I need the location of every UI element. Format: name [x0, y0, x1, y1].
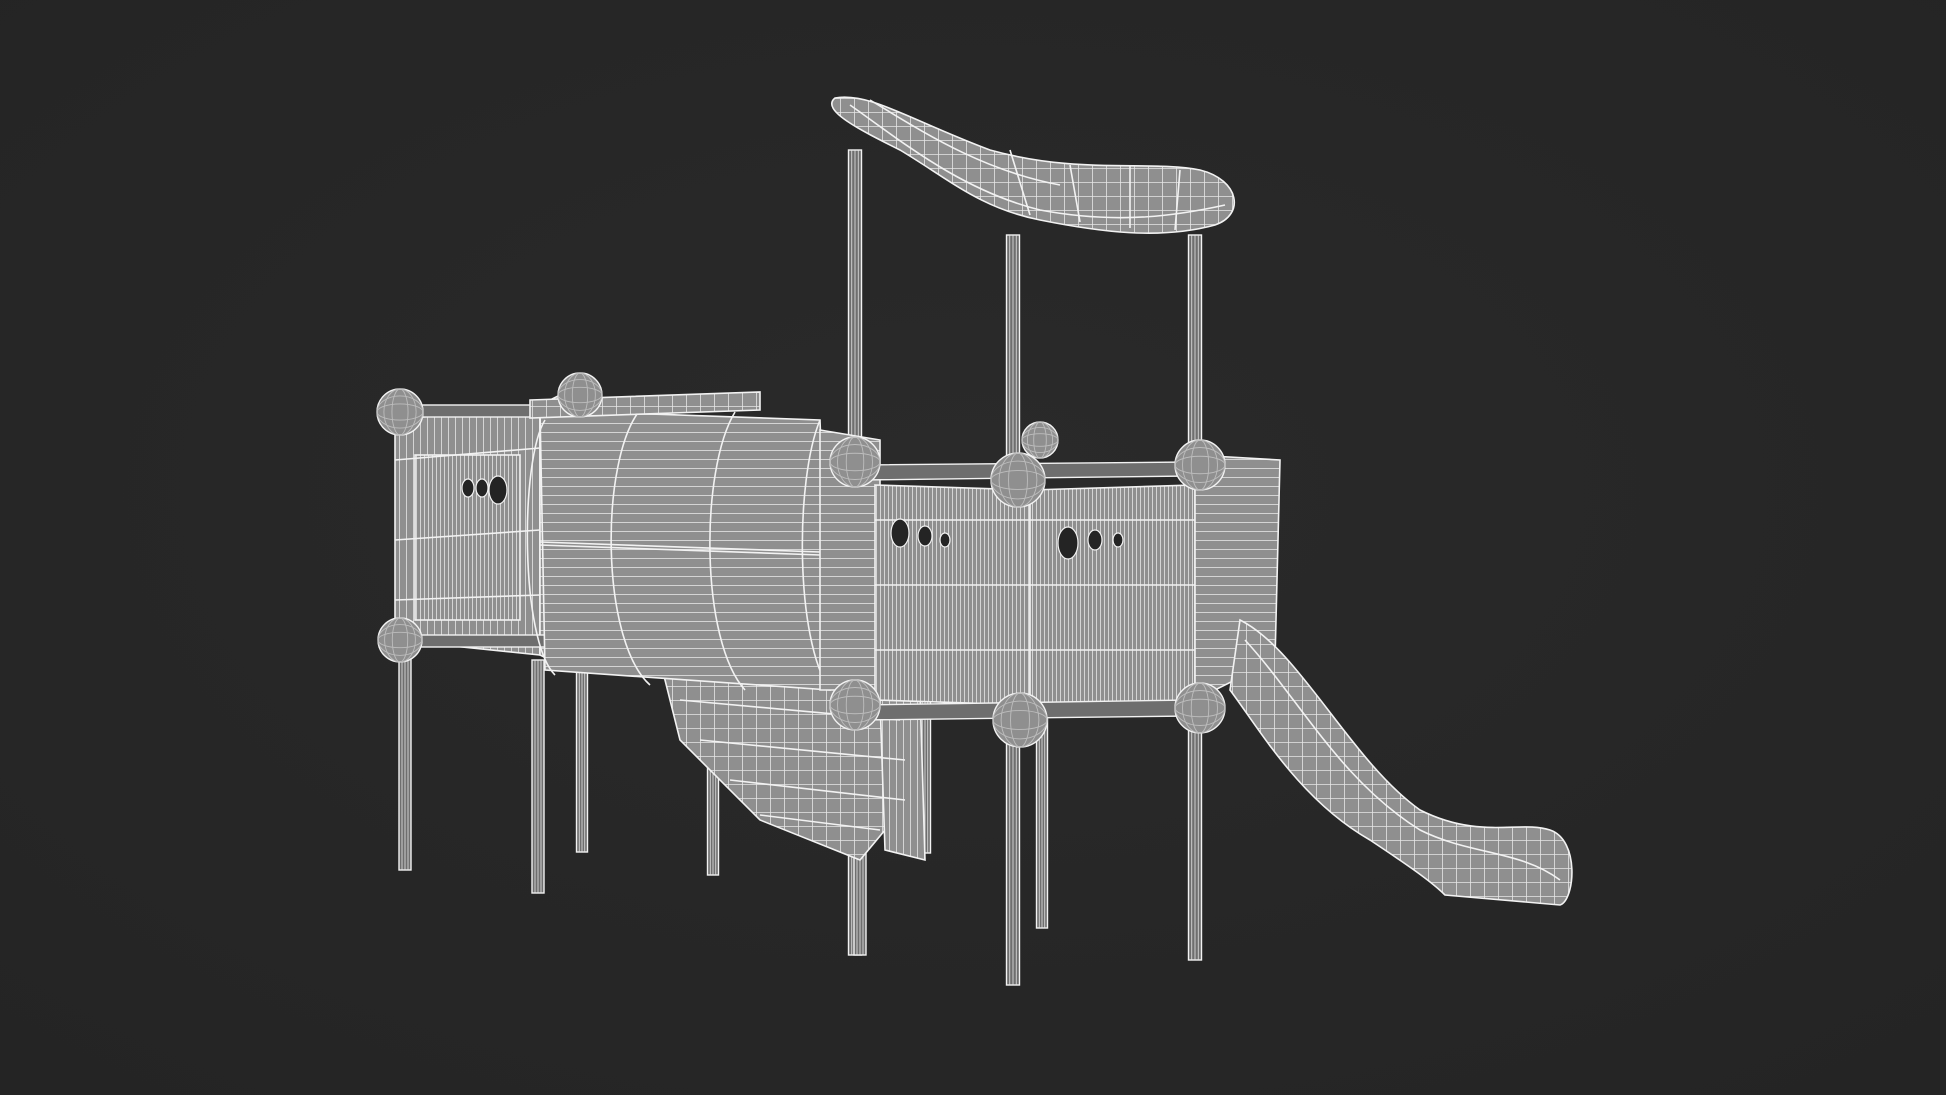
crawl-tunnel [526, 391, 831, 691]
sphere-4 [829, 436, 881, 488]
sphere-9 [1174, 682, 1226, 734]
sphere-3 [377, 617, 423, 663]
sphere-5 [990, 452, 1046, 508]
sphere-7 [829, 679, 881, 731]
sphere-1 [376, 388, 424, 436]
wireframe-scene [0, 0, 1946, 1095]
sphere-8 [992, 692, 1048, 748]
left-panel-box [391, 393, 563, 667]
sphere-10 [1021, 421, 1059, 459]
render-viewport [0, 0, 1946, 1095]
sphere-6 [1174, 439, 1226, 491]
sphere-2 [557, 372, 603, 418]
